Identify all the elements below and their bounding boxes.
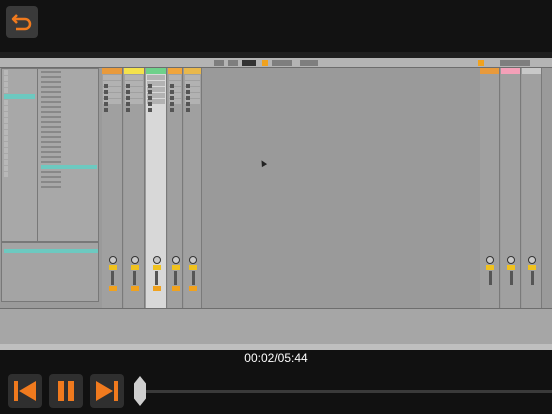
mixer-channel <box>146 254 167 309</box>
mixer-channel <box>168 254 183 309</box>
player-controls <box>0 368 552 414</box>
skip-forward-icon <box>96 381 118 401</box>
solo-button[interactable] <box>152 286 161 291</box>
pan-knob[interactable] <box>108 256 117 264</box>
mixer-channel <box>124 254 145 309</box>
clip-slot[interactable] <box>147 99 165 112</box>
scrubber-handle[interactable] <box>134 376 146 406</box>
pan-knob[interactable] <box>130 256 139 264</box>
transport-bar <box>0 58 552 68</box>
solo-button[interactable] <box>171 286 180 291</box>
clip-slot[interactable] <box>185 75 200 88</box>
activator-button[interactable] <box>171 265 180 270</box>
level-meter <box>111 271 114 285</box>
pause-button[interactable] <box>49 374 83 408</box>
clip-slot[interactable] <box>169 87 181 100</box>
track-header[interactable] <box>124 68 144 74</box>
mixer-channel <box>184 254 202 309</box>
status-bar <box>0 344 552 350</box>
mixer-channel <box>102 254 123 309</box>
browser-categories <box>2 69 38 241</box>
track-header[interactable] <box>184 68 201 74</box>
level-meter <box>155 271 158 285</box>
clip-slot[interactable] <box>185 81 200 94</box>
track-header[interactable] <box>102 68 122 74</box>
clip-slot[interactable] <box>185 99 200 112</box>
clip-slot[interactable] <box>169 81 181 94</box>
clip-slot[interactable] <box>125 75 143 88</box>
level-meter <box>133 271 136 285</box>
level-meter <box>191 271 195 285</box>
clip-slot[interactable] <box>169 99 181 112</box>
level-meter <box>509 271 513 285</box>
clip-slot[interactable] <box>185 93 200 106</box>
clip-slot[interactable] <box>147 87 165 100</box>
clip-slot[interactable] <box>103 81 121 94</box>
activator-button[interactable] <box>108 265 117 270</box>
pan-knob[interactable] <box>152 256 161 264</box>
clip-slot[interactable] <box>125 81 143 94</box>
clip-slot[interactable] <box>169 93 181 106</box>
clip-slot[interactable] <box>103 99 121 112</box>
clip-slot[interactable] <box>147 93 165 106</box>
level-meter <box>488 271 492 285</box>
activator-button[interactable] <box>486 265 494 270</box>
pan-knob[interactable] <box>528 256 536 264</box>
pan-knob[interactable] <box>486 256 494 264</box>
player-top-bar <box>0 0 552 50</box>
skip-back-button[interactable] <box>8 374 42 408</box>
back-arrow-icon <box>11 14 32 31</box>
clip-slot[interactable] <box>125 99 143 112</box>
activator-button[interactable] <box>152 265 161 270</box>
return-channel <box>480 254 500 309</box>
activator-button[interactable] <box>507 265 515 270</box>
return-track-header[interactable] <box>501 68 520 74</box>
skip-back-icon <box>14 381 36 401</box>
clip-slot[interactable] <box>125 87 143 100</box>
solo-button[interactable] <box>189 286 197 291</box>
return-channel <box>501 254 521 309</box>
browser-file-list <box>39 69 99 190</box>
clip-slot[interactable] <box>169 75 181 88</box>
scrubber-track[interactable] <box>140 390 552 393</box>
mixer-section <box>100 254 552 309</box>
return-channel <box>522 254 542 309</box>
browser-panel <box>1 68 99 242</box>
activator-button[interactable] <box>528 265 536 270</box>
pan-knob[interactable] <box>189 256 197 264</box>
solo-button[interactable] <box>130 286 139 291</box>
activator-button[interactable] <box>130 265 139 270</box>
pan-knob[interactable] <box>507 256 515 264</box>
time-display: 00:02/05:44 <box>244 351 308 365</box>
track-header[interactable] <box>168 68 182 74</box>
return-track-header[interactable] <box>480 68 499 74</box>
clip-slot[interactable] <box>147 81 165 94</box>
clip-slot[interactable] <box>147 75 165 88</box>
clip-slot[interactable] <box>103 87 121 100</box>
skip-forward-button[interactable] <box>90 374 124 408</box>
level-meter <box>174 271 177 285</box>
track-header[interactable] <box>146 68 166 74</box>
back-button[interactable] <box>6 6 38 38</box>
clip-slot[interactable] <box>125 93 143 106</box>
clip-slot[interactable] <box>103 75 121 88</box>
pause-icon <box>58 381 74 401</box>
clip-slot[interactable] <box>185 87 200 100</box>
return-track-header[interactable] <box>522 68 541 74</box>
solo-button[interactable] <box>108 286 117 291</box>
pan-knob[interactable] <box>171 256 180 264</box>
level-meter <box>530 271 534 285</box>
info-panel <box>1 242 99 302</box>
clip-slot[interactable] <box>103 93 121 106</box>
video-frame[interactable] <box>0 52 552 350</box>
activator-button[interactable] <box>189 265 197 270</box>
